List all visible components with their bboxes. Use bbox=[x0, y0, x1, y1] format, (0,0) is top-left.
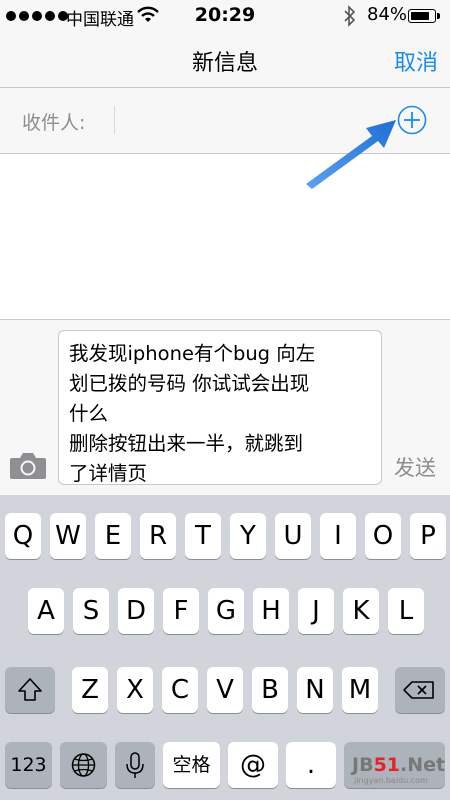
microphone-icon bbox=[126, 752, 144, 778]
key-y[interactable]: Y bbox=[230, 513, 266, 559]
key-n[interactable]: N bbox=[297, 667, 333, 713]
message-line: 什么 bbox=[69, 402, 109, 425]
recipient-divider bbox=[114, 106, 115, 134]
key-s[interactable]: S bbox=[73, 588, 109, 634]
battery-icon bbox=[408, 9, 440, 23]
message-line: 删除按钮出来一半，就跳到 bbox=[69, 432, 304, 455]
key-i[interactable]: I bbox=[320, 513, 356, 559]
recipient-label: 收件人: bbox=[22, 112, 86, 134]
watermark-logo-a: JB bbox=[352, 754, 374, 776]
key-x[interactable]: X bbox=[117, 667, 153, 713]
shift-icon bbox=[18, 678, 42, 701]
message-input[interactable]: 我发现iphone有个bug 向左 划已拨的号码 你试试会出现 什么 删除按钮出… bbox=[58, 330, 382, 485]
globe-icon bbox=[71, 753, 96, 777]
key-r[interactable]: R bbox=[140, 513, 176, 559]
key-p[interactable]: P bbox=[410, 513, 446, 559]
delete-key[interactable] bbox=[395, 667, 445, 713]
key-f[interactable]: F bbox=[163, 588, 199, 634]
backspace-icon bbox=[403, 681, 434, 699]
annotation-arrow-icon bbox=[306, 120, 396, 189]
globe-key[interactable] bbox=[60, 742, 107, 788]
message-line: 了详情页 bbox=[69, 462, 148, 485]
key-v[interactable]: V bbox=[207, 667, 243, 713]
key-j[interactable]: J bbox=[298, 588, 334, 634]
key-w[interactable]: W bbox=[50, 513, 86, 559]
message-line: 我发现iphone有个bug 向左 bbox=[69, 342, 316, 365]
period-key[interactable]: . bbox=[286, 742, 336, 788]
battery-percent: 84% bbox=[367, 4, 408, 25]
compose-bar: 我发现iphone有个bug 向左 划已拨的号码 你试试会出现 什么 删除按钮出… bbox=[0, 320, 450, 495]
key-a[interactable]: A bbox=[28, 588, 64, 634]
watermark-logo-c: .Net bbox=[400, 754, 446, 776]
space-key[interactable]: 空格 bbox=[163, 742, 220, 788]
key-t[interactable]: T bbox=[185, 513, 221, 559]
watermark: JB51.Net jingyan.baidu.com bbox=[352, 754, 446, 785]
key-c[interactable]: C bbox=[162, 667, 198, 713]
camera-icon[interactable] bbox=[9, 450, 47, 480]
dictation-key[interactable] bbox=[115, 742, 155, 788]
watermark-logo-b: 51 bbox=[373, 754, 401, 776]
send-button[interactable]: 发送 bbox=[394, 452, 436, 482]
navigation-bar: 新信息 取消 bbox=[0, 32, 450, 88]
key-o[interactable]: O bbox=[365, 513, 401, 559]
watermark-url: jingyan.baidu.com bbox=[354, 776, 428, 785]
shift-key[interactable] bbox=[5, 667, 55, 713]
key-u[interactable]: U bbox=[275, 513, 311, 559]
cancel-button[interactable]: 取消 bbox=[394, 45, 438, 77]
numbers-key[interactable]: 123 bbox=[5, 742, 52, 788]
key-h[interactable]: H bbox=[253, 588, 289, 634]
page-title: 新信息 bbox=[191, 51, 258, 76]
key-l[interactable]: L bbox=[388, 588, 424, 634]
key-b[interactable]: B bbox=[252, 667, 288, 713]
battery-fill bbox=[411, 12, 429, 20]
at-key[interactable]: @ bbox=[228, 742, 278, 788]
key-m[interactable]: M bbox=[342, 667, 378, 713]
key-z[interactable]: Z bbox=[72, 667, 108, 713]
bluetooth-icon bbox=[344, 5, 356, 27]
key-g[interactable]: G bbox=[208, 588, 244, 634]
key-e[interactable]: E bbox=[95, 513, 131, 559]
key-q[interactable]: Q bbox=[5, 513, 41, 559]
status-bar: 中国联通 20:29 84% bbox=[0, 0, 450, 32]
message-line: 划已拨的号码 你试试会出现 bbox=[69, 372, 310, 395]
key-d[interactable]: D bbox=[118, 588, 154, 634]
key-k[interactable]: K bbox=[343, 588, 379, 634]
